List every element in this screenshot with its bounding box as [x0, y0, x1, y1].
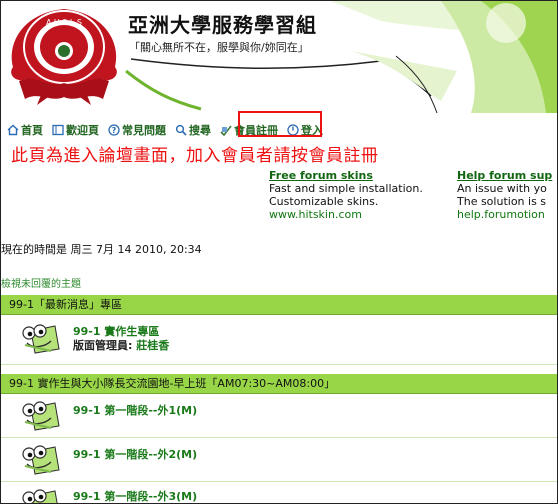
nav-search[interactable]: 搜尋	[175, 122, 211, 138]
site-title: 亞洲大學服務學習組	[128, 13, 317, 37]
forum-row[interactable]: 99-1 第一階段--外2(M)	[1, 438, 557, 482]
ad-free-forum-skins[interactable]: Free forum skins Fast and simple install…	[269, 169, 423, 221]
forum-title[interactable]: 99-1 第一階段--外1(M)	[73, 402, 197, 418]
ad-url[interactable]: help.forumotion	[457, 208, 552, 221]
ad-title[interactable]: Help forum sup	[457, 169, 552, 182]
register-icon	[220, 125, 232, 136]
forum-frog-icon	[22, 401, 60, 431]
ad-url[interactable]: www.hitskin.com	[269, 208, 423, 221]
forum-frog-icon	[22, 445, 60, 475]
home-icon	[7, 124, 19, 136]
nav-faq[interactable]: ? 常見問題	[108, 122, 166, 138]
faq-icon: ?	[108, 124, 120, 136]
ad-line: Customizable skins.	[269, 195, 379, 208]
site-slogan: 「關心無所不在，服學與你/妳同在」	[129, 41, 309, 54]
moderator-label: 版面管理員:	[73, 339, 133, 352]
view-unanswered-link[interactable]: 檢視未回覆的主題	[1, 275, 81, 290]
forum-frog-icon	[22, 489, 58, 503]
forum-row[interactable]: 99-1 第一階段--外3(M)	[1, 482, 557, 503]
forum-row[interactable]: 99-1 第一階段--外1(M)	[1, 394, 557, 438]
nav-portal[interactable]: 歡迎頁	[52, 122, 99, 138]
ad-title[interactable]: Free forum skins	[269, 169, 423, 182]
nav-home-label: 首頁	[21, 124, 43, 137]
portal-icon	[52, 124, 64, 136]
nav-home[interactable]: 首頁	[7, 122, 43, 138]
forum-moderator: 版面管理員: 莊桂香	[73, 337, 169, 353]
current-time: 現在的時間是 周三 7月 14 2010, 20:34	[1, 243, 202, 256]
site-header: A.U.S.L.S 亞洲大學服務學習組 「關心無所不在，服學與你/妳同在」	[1, 1, 557, 113]
svg-text:?: ?	[112, 126, 117, 135]
forum-row[interactable]: 99-1 實作生專區 版面管理員: 莊桂香	[1, 315, 557, 365]
category-header[interactable]: 99-1「最新消息」專區	[1, 295, 557, 315]
ad-help-forum[interactable]: Help forum sup An issue with yo The solu…	[457, 169, 552, 221]
register-highlight-box	[238, 111, 322, 137]
register-notice: 此頁為進入論壇畫面，加入會員者請按會員註冊	[11, 146, 379, 166]
ad-line: The solution is s	[457, 195, 547, 208]
category-header[interactable]: 99-1 實作生與大小隊長交流園地-早上班「AM07:30~AM08:00」	[1, 374, 557, 394]
search-icon	[175, 124, 187, 136]
page-frame: A.U.S.L.S 亞洲大學服務學習組 「關心無所不在，服學與你/妳同在」 首頁…	[0, 0, 558, 504]
forum-frog-icon	[22, 324, 60, 354]
ad-line: An issue with yo	[457, 182, 547, 195]
logo-lettering: A.U.S.L.S	[46, 18, 82, 27]
moderator-name[interactable]: 莊桂香	[136, 339, 169, 352]
ad-line: Fast and simple installation.	[269, 182, 423, 195]
forum-title[interactable]: 99-1 第一階段--外3(M)	[73, 488, 197, 503]
nav-search-label: 搜尋	[189, 124, 211, 137]
nav-faq-label: 常見問題	[122, 124, 166, 137]
forum-title[interactable]: 99-1 第一階段--外2(M)	[73, 446, 197, 462]
asia-university-logo: A.U.S.L.S	[11, 9, 117, 105]
nav-portal-label: 歡迎頁	[66, 124, 99, 137]
